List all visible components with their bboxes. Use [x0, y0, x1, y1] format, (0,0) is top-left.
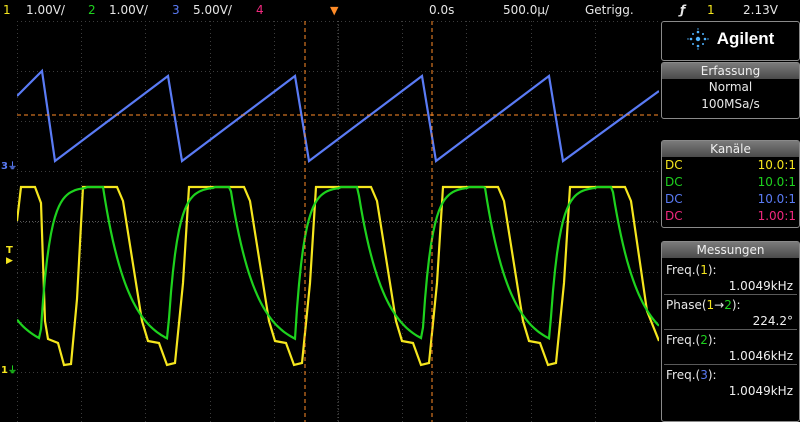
channel-row-3[interactable]: DC 10.0:1 [662, 191, 799, 208]
channel-row-4[interactable]: DC 1.00:1 [662, 208, 799, 225]
measurement-value: 224.2° [752, 314, 793, 328]
brand-name: Agilent [716, 29, 775, 48]
ch3-coupling: DC [665, 192, 683, 206]
measurement-name: Phase [666, 298, 702, 312]
measurement-value: 1.0046kHz [728, 349, 793, 363]
channels-header: Kanäle [662, 141, 799, 157]
measurement-source: 3 [700, 368, 708, 382]
ch2-coupling: DC [665, 175, 683, 189]
ch3-marker-label: 3 [1, 161, 8, 172]
trigger-edge-icon: ƒ [680, 3, 686, 17]
ch3-probe: 10.0:1 [757, 192, 796, 206]
measurement-source-b: 2 [724, 298, 732, 312]
measurement-name: Freq. [666, 368, 696, 382]
ch3-number[interactable]: 3 [172, 0, 180, 21]
side-panel: Agilent Erfassung Normal 100MSa/s Kanäle… [660, 21, 800, 422]
trigger-level[interactable]: 2.13V [743, 0, 778, 21]
ch1-probe: 10.0:1 [757, 158, 796, 172]
agilent-spark-icon [686, 28, 709, 50]
measurement-freq-ch2[interactable]: Freq.(2): 1.0046kHz [662, 330, 799, 364]
trigger-source[interactable]: 1 [707, 0, 715, 21]
measurement-freq-ch3[interactable]: Freq.(3): 1.0049kHz [662, 365, 799, 399]
ch1-number[interactable]: 1 [3, 0, 11, 21]
measurements-box[interactable]: Messungen Freq.(1): 1.0049kHz Phase(1→2)… [661, 241, 800, 422]
ch4-probe: 1.00:1 [757, 209, 796, 223]
trigger-status: Getrigg. [585, 3, 634, 17]
measurement-phase-ch1-ch2[interactable]: Phase(1→2): 224.2° [662, 295, 799, 329]
channel-row-2[interactable]: DC 10.0:1 [662, 174, 799, 191]
measurement-value: 1.0049kHz [728, 279, 793, 293]
waveform-display[interactable] [17, 21, 659, 422]
measurement-name: Freq. [666, 263, 696, 277]
trigger-position-icon: ▼ [330, 4, 339, 17]
measurement-name: Freq. [666, 333, 696, 347]
ch4-number[interactable]: 4 [256, 0, 264, 21]
channel-row-1[interactable]: DC 10.0:1 [662, 157, 799, 174]
channels-box[interactable]: Kanäle DC 10.0:1 DC 10.0:1 DC 10.0:1 DC … [661, 140, 800, 228]
acquisition-box[interactable]: Erfassung Normal 100MSa/s [661, 62, 800, 119]
ch3-scale[interactable]: 5.00V/ [193, 0, 232, 21]
measurement-source: 1 [700, 263, 708, 277]
measurements-header: Messungen [662, 242, 799, 258]
ch1-ground-marker[interactable]: 1⏚ [1, 365, 17, 377]
status-bar: 1 1.00V/ 2 1.00V/ 3 5.00V/ 4 ▼ 0.0s 500.… [0, 0, 800, 21]
time-offset[interactable]: 0.0s [429, 0, 454, 21]
ch2-probe: 10.0:1 [757, 175, 796, 189]
ch4-coupling: DC [665, 209, 683, 223]
measurement-source: 2 [700, 333, 708, 347]
ch1-marker-label: 1 [1, 365, 8, 376]
trigger-level-marker[interactable]: T ▶ [6, 245, 13, 267]
acquisition-mode: Normal [708, 80, 753, 94]
ch1-coupling: DC [665, 158, 683, 172]
ch2-number[interactable]: 2 [88, 0, 96, 21]
trigger-marker-label: T [6, 245, 13, 256]
ch1-scale[interactable]: 1.00V/ [26, 0, 65, 21]
measurement-value: 1.0049kHz [728, 384, 793, 398]
acquisition-header: Erfassung [662, 63, 799, 79]
ch2-scale[interactable]: 1.00V/ [109, 0, 148, 21]
measurement-freq-ch1[interactable]: Freq.(1): 1.0049kHz [662, 258, 799, 294]
ch3-ground-marker[interactable]: 3⏚ [1, 161, 17, 173]
time-scale[interactable]: 500.0µ/ [503, 0, 549, 21]
brand-box: Agilent [661, 21, 800, 61]
arrow-right-icon: → [714, 298, 725, 312]
sample-rate: 100MSa/s [701, 97, 760, 111]
